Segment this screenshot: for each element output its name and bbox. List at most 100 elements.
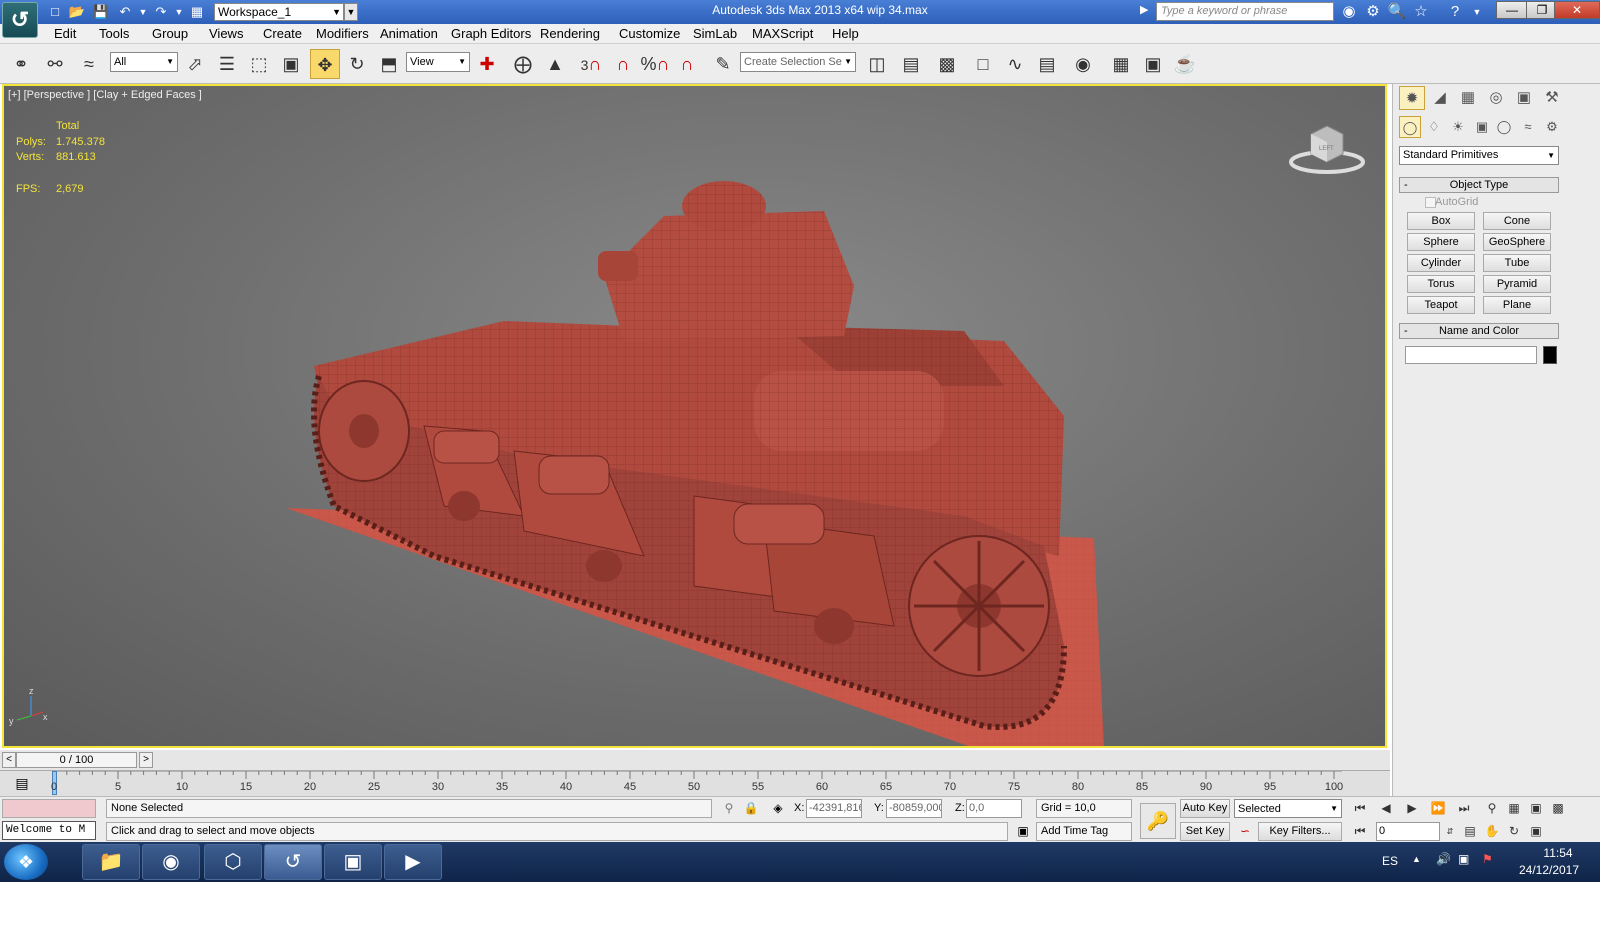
- timeline-track[interactable]: 0 5 10 15 20 25 30 35 40 45 50 55 60 65 70 75 80 85 90 95 10…: [51, 771, 1343, 797]
- utilities-tab-icon[interactable]: ⚒: [1539, 86, 1565, 110]
- search-expand-icon[interactable]: ▶: [1140, 3, 1148, 16]
- create-tab-icon[interactable]: ✹: [1399, 86, 1425, 110]
- file-explorer-icon[interactable]: 📁: [82, 844, 140, 880]
- sphere-button[interactable]: Sphere: [1407, 233, 1475, 251]
- key-mode-dropdown[interactable]: Selected ▼: [1234, 799, 1342, 818]
- shapes-icon[interactable]: ♢: [1423, 116, 1445, 138]
- tray-expand-icon[interactable]: ▲: [1412, 854, 1421, 864]
- current-frame-field[interactable]: 0: [1376, 822, 1440, 841]
- redo-icon[interactable]: ↷: [152, 3, 170, 21]
- menu-create[interactable]: Create: [263, 26, 302, 41]
- previous-frame-icon[interactable]: ◀: [1376, 799, 1396, 818]
- language-indicator[interactable]: ES: [1382, 854, 1398, 868]
- 3ds-max-taskbar-icon[interactable]: ↺: [264, 844, 322, 880]
- object-name-field[interactable]: [1405, 346, 1537, 364]
- pivot-center-icon[interactable]: ✚: [472, 49, 502, 79]
- bind-space-warp-icon[interactable]: ≈: [74, 49, 104, 79]
- volume-icon[interactable]: 🔊: [1436, 852, 1451, 866]
- zoom-extents-icon[interactable]: ▣: [1526, 799, 1546, 818]
- new-file-icon[interactable]: □: [46, 3, 64, 21]
- selection-lock-icon[interactable]: 🔒: [742, 799, 760, 818]
- named-selection-dropdown[interactable]: Create Selection Se ▼: [740, 52, 856, 72]
- time-tag-icon[interactable]: ▣: [1014, 822, 1032, 841]
- y-coord-field[interactable]: -80859,000: [886, 799, 942, 818]
- menu-modifiers[interactable]: Modifiers: [316, 26, 369, 41]
- auto-key-button[interactable]: Auto Key: [1180, 799, 1230, 818]
- geometry-icon[interactable]: ◯: [1399, 116, 1421, 138]
- time-slider-next-button[interactable]: >: [139, 752, 153, 768]
- play-icon[interactable]: ▶: [1402, 799, 1422, 818]
- key-filters-button[interactable]: Key Filters...: [1258, 822, 1342, 841]
- cone-button[interactable]: Cone: [1483, 212, 1551, 230]
- action-center-icon[interactable]: ⚑: [1482, 852, 1493, 866]
- torus-button[interactable]: Torus: [1407, 275, 1475, 293]
- photo-viewer-icon[interactable]: ▣: [324, 844, 382, 880]
- cylinder-button[interactable]: Cylinder: [1407, 254, 1475, 272]
- object-type-rollout[interactable]: - Object Type: [1399, 177, 1559, 193]
- align-icon[interactable]: ▤: [896, 49, 926, 79]
- name-and-color-rollout[interactable]: - Name and Color: [1399, 323, 1559, 339]
- zoom-extents-all-icon[interactable]: ▩: [1548, 799, 1568, 818]
- application-menu-button[interactable]: ↺: [2, 2, 38, 38]
- perspective-viewport[interactable]: [+] [Perspective ] [Clay + Edged Faces ]…: [2, 84, 1387, 748]
- open-file-icon[interactable]: 📂: [68, 3, 86, 21]
- helpers-icon[interactable]: ◯: [1493, 116, 1515, 138]
- undo-icon[interactable]: ↶: [116, 3, 134, 21]
- clock-date[interactable]: 24/12/2017: [1512, 863, 1586, 877]
- default-tangent-icon[interactable]: ∽: [1234, 822, 1256, 841]
- motion-tab-icon[interactable]: ◎: [1483, 86, 1509, 110]
- go-to-end-icon[interactable]: ⏭: [1454, 799, 1474, 818]
- time-slider-prev-button[interactable]: <: [2, 752, 16, 768]
- select-by-name-icon[interactable]: ☰: [212, 49, 242, 79]
- lights-icon[interactable]: ☀: [1447, 116, 1469, 138]
- render-setup-icon[interactable]: ▦: [1106, 49, 1136, 79]
- help-icon[interactable]: ?: [1444, 2, 1466, 22]
- menu-edit[interactable]: Edit: [54, 26, 76, 41]
- hierarchy-tab-icon[interactable]: ▦: [1455, 86, 1481, 110]
- unlink-icon[interactable]: ⚯: [40, 49, 70, 79]
- graphite-toolbar-icon[interactable]: □: [968, 49, 998, 79]
- redo-dropdown-icon[interactable]: ▼: [170, 3, 188, 21]
- curve-editor-mini-icon[interactable]: ▤: [12, 775, 32, 793]
- object-color-swatch[interactable]: [1543, 346, 1557, 364]
- isolate-selection-icon[interactable]: ⚲: [720, 799, 738, 818]
- rectangular-selection-icon[interactable]: ⬚: [244, 49, 274, 79]
- select-manipulate-icon[interactable]: ⨁: [508, 49, 538, 79]
- menu-graph-editors[interactable]: Graph Editors: [451, 26, 531, 41]
- rendered-frame-window-icon[interactable]: ▣: [1138, 49, 1168, 79]
- zoom-icon[interactable]: ⚲: [1482, 799, 1502, 818]
- project-folder-icon[interactable]: ▦: [188, 3, 206, 21]
- 3d-app-icon[interactable]: ⬡: [204, 844, 262, 880]
- mirror-icon[interactable]: ◫: [862, 49, 892, 79]
- render-production-icon[interactable]: ☕: [1170, 49, 1200, 79]
- reference-coordinate-dropdown[interactable]: View ▼: [406, 52, 470, 72]
- field-of-view-icon[interactable]: ▤: [1460, 822, 1480, 841]
- pan-view-icon[interactable]: ✋: [1482, 822, 1502, 841]
- menu-customize[interactable]: Customize: [619, 26, 680, 41]
- window-crossing-icon[interactable]: ▣: [276, 49, 306, 79]
- modify-tab-icon[interactable]: ◢: [1427, 86, 1453, 110]
- cameras-icon[interactable]: ▣: [1471, 116, 1493, 138]
- close-button[interactable]: ✕: [1554, 1, 1600, 19]
- edit-named-selection-icon[interactable]: ✎: [708, 49, 738, 79]
- menu-views[interactable]: Views: [209, 26, 243, 41]
- start-button[interactable]: ❖: [4, 844, 48, 880]
- select-object-icon[interactable]: ⬀: [180, 49, 210, 79]
- schematic-view-icon[interactable]: ▤: [1032, 49, 1062, 79]
- pyramid-button[interactable]: Pyramid: [1483, 275, 1551, 293]
- plane-button[interactable]: Plane: [1483, 296, 1551, 314]
- menu-rendering[interactable]: Rendering: [540, 26, 600, 41]
- spinner-snap-icon[interactable]: ∩: [672, 49, 702, 79]
- go-to-start-icon[interactable]: ⏮: [1350, 799, 1370, 818]
- orbit-icon[interactable]: ↻: [1504, 822, 1524, 841]
- select-and-link-icon[interactable]: ⚭: [6, 49, 36, 79]
- undo-dropdown-icon[interactable]: ▼: [134, 3, 152, 21]
- primitive-type-dropdown[interactable]: Standard Primitives ▼: [1399, 146, 1559, 165]
- material-editor-icon[interactable]: ◉: [1068, 49, 1098, 79]
- layer-manager-icon[interactable]: ▩: [932, 49, 962, 79]
- zoom-all-icon[interactable]: ▦: [1504, 799, 1524, 818]
- x-coord-field[interactable]: -42391,816: [806, 799, 862, 818]
- set-key-button[interactable]: Set Key: [1180, 822, 1230, 841]
- angle-snap-icon[interactable]: ∩: [608, 49, 638, 79]
- menu-help[interactable]: Help: [832, 26, 859, 41]
